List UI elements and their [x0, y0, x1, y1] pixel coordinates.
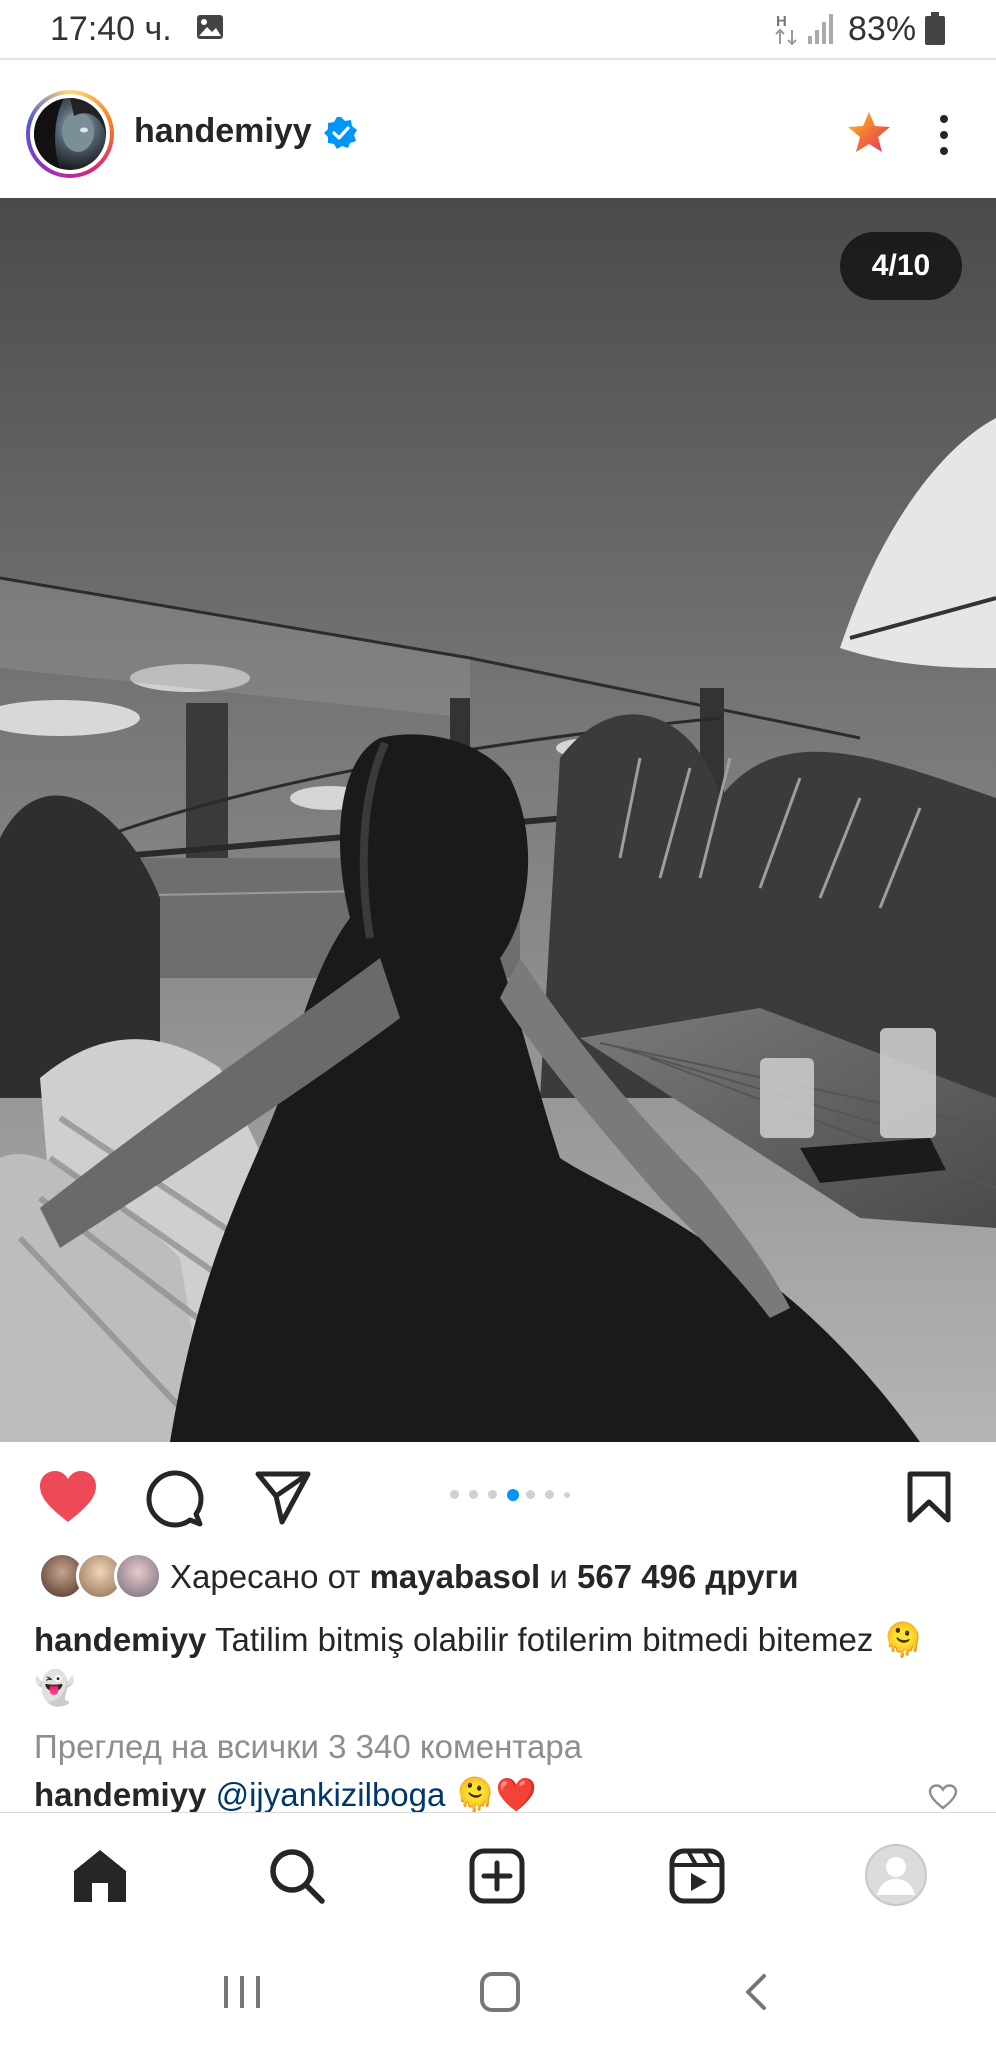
search-icon [270, 1849, 325, 1904]
carousel-dot [526, 1490, 535, 1499]
heart-filled-icon [40, 1471, 96, 1522]
nav-reels[interactable] [668, 1847, 726, 1905]
carousel-dot [488, 1490, 497, 1499]
likes-connector: и [549, 1558, 568, 1595]
network-type-icon: H [775, 13, 797, 46]
carousel-dot [469, 1490, 478, 1499]
status-divider [0, 58, 996, 60]
recent-apps-icon[interactable] [220, 1972, 264, 2012]
home-icon [74, 1850, 126, 1902]
paper-plane-icon [255, 1471, 311, 1525]
favorite-star-icon[interactable] [846, 110, 892, 154]
status-time: 17:40 ч. [50, 10, 172, 48]
post-caption: handemiyy Tatilim bitmiş olabilir fotile… [34, 1616, 934, 1712]
comment-username[interactable]: handemiyy [34, 1776, 206, 1812]
carousel-dot [545, 1490, 554, 1499]
comment-preview: handemiyy @ijyankizilboga 🫠❤️ [34, 1776, 964, 1812]
likes-prefix: Харесано от [170, 1558, 361, 1595]
post-actions [0, 1442, 996, 1552]
like-button[interactable] [38, 1470, 98, 1524]
carousel-dot [564, 1492, 570, 1498]
likes-row[interactable]: Харесано от mayabasol и 567 496 други [0, 1552, 996, 1612]
post-header: handemiyy [0, 70, 996, 198]
comment-like-icon[interactable] [928, 1784, 958, 1810]
nav-search[interactable] [268, 1847, 326, 1905]
likes-user[interactable]: mayabasol [370, 1558, 541, 1595]
carousel-dot-active [507, 1489, 519, 1501]
nav-create[interactable] [468, 1847, 526, 1905]
battery-icon [925, 12, 945, 45]
post-photo-illustration [0, 198, 996, 1442]
bookmark-icon [907, 1471, 951, 1523]
avatar-photo [34, 98, 106, 170]
bottom-nav [0, 1812, 996, 1935]
likes-count[interactable]: 567 496 други [577, 1558, 799, 1595]
nav-profile[interactable] [864, 1843, 928, 1907]
comment-button[interactable] [146, 1470, 204, 1528]
image-notification-icon [197, 15, 223, 39]
battery-percent: 83% [848, 10, 917, 48]
signal-icon [808, 14, 833, 44]
more-options-icon[interactable] [924, 112, 964, 158]
network-type-label: H [776, 13, 787, 30]
home-system-icon[interactable] [478, 1972, 522, 2012]
liker-avatar [114, 1552, 162, 1600]
system-nav-bar [0, 1934, 996, 2048]
status-bar: 17:40 ч. H 83% [0, 0, 996, 58]
plus-square-icon [469, 1848, 525, 1904]
reels-icon [669, 1848, 725, 1904]
nav-home[interactable] [70, 1847, 130, 1905]
carousel-dot [450, 1490, 459, 1499]
profile-icon [865, 1844, 927, 1906]
avatar[interactable] [26, 90, 114, 178]
share-button[interactable] [254, 1470, 312, 1526]
verified-badge-icon [324, 117, 357, 149]
back-icon[interactable] [740, 1972, 770, 2012]
view-all-comments-link[interactable]: Преглед на всички 3 340 коментара [34, 1728, 582, 1766]
comment-mention[interactable]: @ijyankizilboga [216, 1776, 446, 1812]
likes-summary: Харесано от mayabasol и 567 496 други [170, 1558, 798, 1596]
post-photo[interactable]: 4/10 [0, 198, 996, 1442]
post-username[interactable]: handemiyy [134, 112, 312, 151]
carousel-counter: 4/10 [840, 232, 962, 300]
comment-emoji: 🫠❤️ [454, 1776, 537, 1812]
save-button[interactable] [906, 1470, 952, 1524]
comment-bubble-icon [146, 1470, 204, 1528]
caption-username[interactable]: handemiyy [34, 1621, 206, 1658]
